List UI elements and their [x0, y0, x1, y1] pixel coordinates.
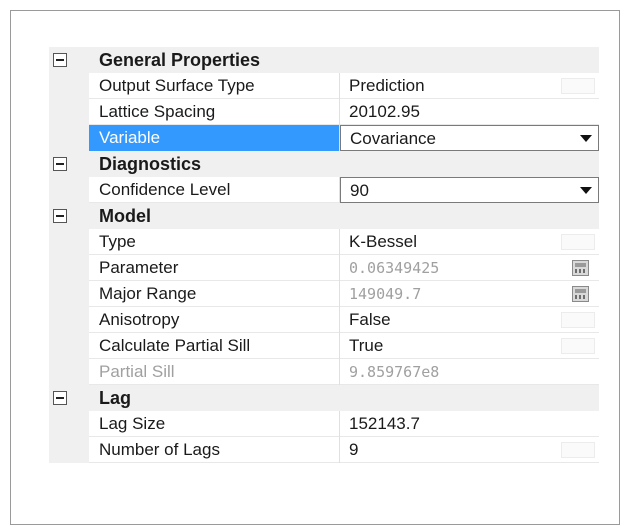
property-row-type[interactable]: Type K-Bessel [49, 229, 599, 255]
dropdown-button-disabled [561, 338, 595, 354]
dropdown-button-disabled [561, 442, 595, 458]
property-value[interactable]: False [340, 307, 599, 333]
dropdown-arrow-icon[interactable] [580, 187, 592, 194]
calculator-icon[interactable] [572, 286, 589, 302]
property-grid: General Properties Output Surface Type P… [49, 47, 599, 463]
category-label: Model [99, 206, 151, 226]
property-name: Parameter [89, 255, 340, 281]
property-name: Calculate Partial Sill [89, 333, 340, 359]
category-lag[interactable]: Lag [49, 385, 599, 411]
property-value[interactable]: 20102.95 [340, 99, 599, 125]
category-model[interactable]: Model [49, 203, 599, 229]
property-value: 9.859767e8 [349, 363, 440, 381]
property-name: Variable [89, 125, 340, 151]
property-value[interactable]: Prediction [340, 73, 599, 99]
property-name: Type [89, 229, 340, 255]
dropdown-arrow-icon[interactable] [580, 135, 592, 142]
category-label: Lag [99, 388, 132, 408]
dropdown-button-disabled [561, 312, 595, 328]
category-label: General Properties [99, 50, 261, 70]
property-row-major-range[interactable]: Major Range 149049.7 [49, 281, 599, 307]
property-value[interactable]: 152143.7 [340, 411, 599, 437]
property-value: 0.06349425 [340, 255, 599, 281]
property-row-variable[interactable]: Variable Covariance [49, 125, 599, 151]
collapse-minus-icon[interactable] [53, 209, 67, 223]
property-row-parameter[interactable]: Parameter 0.06349425 [49, 255, 599, 281]
property-name: Major Range [89, 281, 340, 307]
property-name: Confidence Level [89, 177, 340, 203]
property-row-lattice-spacing[interactable]: Lattice Spacing 20102.95 [49, 99, 599, 125]
category-general-properties[interactable]: General Properties [49, 47, 599, 73]
property-row-output-surface-type[interactable]: Output Surface Type Prediction [49, 73, 599, 99]
property-row-confidence-level[interactable]: Confidence Level 90 [49, 177, 599, 203]
category-diagnostics[interactable]: Diagnostics [49, 151, 599, 177]
dropdown-button-disabled [561, 234, 595, 250]
confidence-level-dropdown[interactable]: 90 [340, 177, 599, 203]
variable-dropdown[interactable]: Covariance [340, 125, 599, 151]
collapse-minus-icon[interactable] [53, 157, 67, 171]
property-name: Partial Sill [89, 359, 340, 385]
category-label: Diagnostics [99, 154, 202, 174]
property-row-partial-sill: Partial Sill 9.859767e8 [49, 359, 599, 385]
property-name: Anisotropy [89, 307, 340, 333]
calculator-icon[interactable] [572, 260, 589, 276]
property-panel: General Properties Output Surface Type P… [10, 10, 620, 525]
collapse-minus-icon[interactable] [53, 53, 67, 67]
property-name: Lag Size [89, 411, 340, 437]
property-row-lag-size[interactable]: Lag Size 152143.7 [49, 411, 599, 437]
property-value: 149049.7 [340, 281, 599, 307]
property-row-anisotropy[interactable]: Anisotropy False [49, 307, 599, 333]
collapse-minus-icon[interactable] [53, 391, 67, 405]
property-value[interactable]: K-Bessel [340, 229, 599, 255]
property-value[interactable]: 9 [340, 437, 599, 463]
dropdown-button-disabled [561, 78, 595, 94]
property-row-number-of-lags[interactable]: Number of Lags 9 [49, 437, 599, 463]
property-row-calculate-partial-sill[interactable]: Calculate Partial Sill True [49, 333, 599, 359]
property-value[interactable]: True [340, 333, 599, 359]
property-name: Lattice Spacing [89, 99, 340, 125]
property-name: Number of Lags [89, 437, 340, 463]
property-name: Output Surface Type [89, 73, 340, 99]
